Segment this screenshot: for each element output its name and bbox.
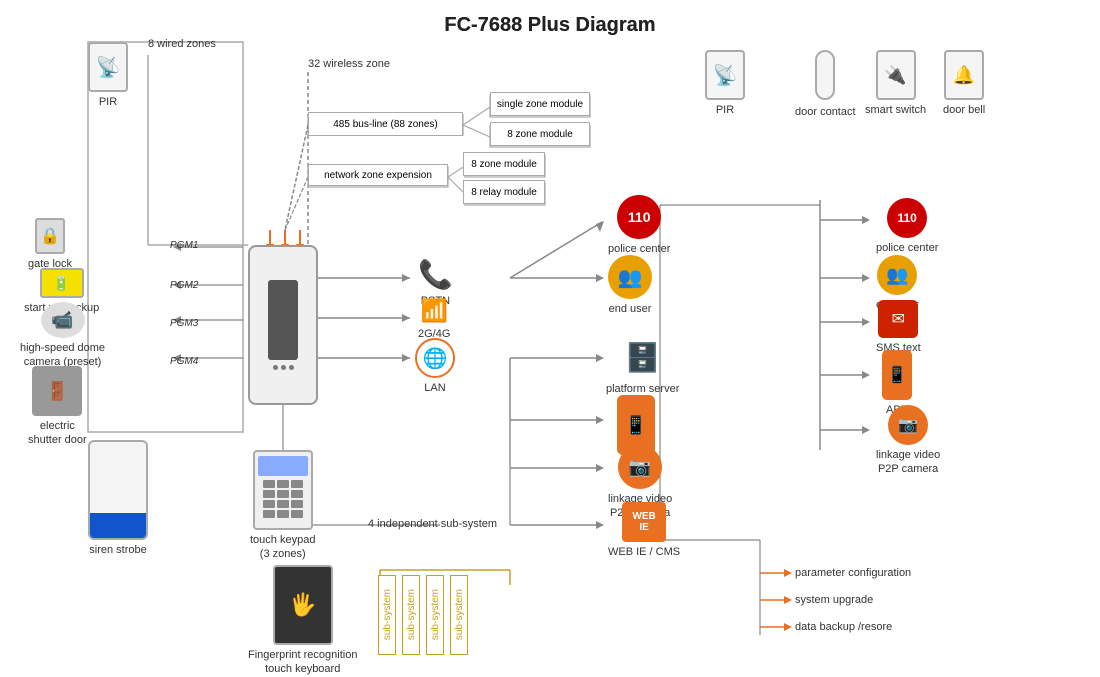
subsystem-text-3: sub-system	[430, 589, 441, 640]
pgm1-label: PGM1	[170, 240, 198, 251]
platform-shape: 🗄️	[618, 335, 668, 379]
battery-shape: 🔋	[40, 268, 84, 298]
police-center-left: 110 police center	[608, 195, 670, 256]
page-title: FC-7688 Plus Diagram	[0, 6, 1100, 37]
people-icon-left: 👥	[608, 255, 652, 299]
zone-module-2-box: 8 zone module	[463, 152, 545, 176]
gsm-shape: 📶	[421, 298, 448, 324]
linkage-video-right-label: linkage videoP2P camera	[876, 448, 940, 477]
fingerprint-shape: 🖐	[273, 565, 333, 645]
police-center-right-label: police center	[876, 241, 938, 255]
linkage-video-right: 📷 linkage videoP2P camera	[876, 405, 940, 477]
police-icon-left: 110	[617, 195, 661, 239]
bus-line-box: 485 bus-line (88 zones)	[308, 112, 463, 136]
pgm2-label: PGM2	[170, 280, 198, 291]
zone-module-top-label: 8 zone module	[507, 128, 573, 141]
subsystem-text-1: sub-system	[382, 589, 393, 640]
touch-keypad-label: touch keypad(3 zones)	[250, 533, 315, 562]
pir-left-label: PIR	[99, 95, 117, 109]
main-control-unit	[248, 245, 318, 405]
network-zone-label: network zone expension	[324, 169, 432, 182]
sub-system-label: 4 independent sub-system	[368, 518, 497, 530]
pir-top-right-shape: 📡	[705, 50, 745, 100]
siren-label: siren strobe	[89, 543, 146, 557]
web-ie-label: WEB IE / CMS	[608, 545, 680, 559]
fingerprint-icon: 🖐 Fingerprint recognitiontouch keyboard	[248, 565, 357, 677]
single-zone-label: single zone module	[497, 98, 583, 111]
subsystem-col-4: sub-system	[450, 575, 468, 655]
param-config-label: parameter configuration	[795, 567, 911, 579]
wireless-zone-label: 32 wireless zone	[308, 58, 390, 70]
web-ie-shape: WEBIE	[622, 502, 666, 542]
gsm-icon: 📶 2G/4G	[418, 298, 450, 341]
relay-module-box: 8 relay module	[463, 180, 545, 204]
door-bell-icon: 🔔 door bell	[943, 50, 985, 117]
gate-lock-icon: 🔒 gate lock	[28, 218, 72, 271]
subsystem-text-4: sub-system	[454, 589, 465, 640]
end-user-left: 👥 end user	[608, 255, 652, 316]
camera-icon-center: 📷	[618, 445, 662, 489]
sms-text-right: ✉ SMS text	[876, 300, 921, 355]
siren-bottom-bar	[90, 513, 146, 538]
pir-left-shape: 📡	[88, 42, 128, 92]
keypad-screen	[258, 456, 308, 476]
police-icon-right: 110	[887, 198, 927, 238]
pir-top-right-label: PIR	[716, 103, 734, 117]
dome-camera-shape: 📹	[41, 302, 85, 338]
phone-shape: 📞	[418, 258, 453, 291]
diagram-container: FC-7688 Plus Diagram	[0, 0, 1100, 670]
main-unit-dots	[273, 365, 294, 370]
siren-icon: siren strobe	[88, 440, 148, 557]
subsystem-text-2: sub-system	[406, 589, 417, 640]
web-ie-icon: WEBIE WEB IE / CMS	[608, 502, 680, 559]
police-center-right: 110 police center	[876, 198, 938, 255]
platform-server-icon: 🗄️ platform server	[606, 335, 679, 396]
door-contact-shape	[815, 50, 835, 100]
zone-module-top-box: 8 zone module	[490, 122, 590, 146]
pgm4-label: PGM4	[170, 356, 198, 367]
globe-shape: 🌐	[415, 338, 455, 378]
end-user-left-label: end user	[609, 302, 652, 316]
lan-label: LAN	[424, 381, 445, 395]
door-bell-shape: 🔔	[944, 50, 984, 100]
fingerprint-label: Fingerprint recognitiontouch keyboard	[248, 648, 357, 677]
relay-module-label: 8 relay module	[471, 186, 537, 199]
door-contact-icon: door contact	[795, 50, 856, 119]
lan-icon: 🌐 LAN	[415, 338, 455, 395]
pir-top-right: 📡 PIR	[705, 50, 745, 117]
smart-switch-icon: 🔌 smart switch	[865, 50, 926, 117]
bus-line-label: 485 bus-line (88 zones)	[333, 118, 438, 131]
wired-zones-label: 8 wired zones	[148, 38, 216, 50]
camera-shape-right: 📷	[888, 405, 928, 445]
sys-upgrade-label: system upgrade	[795, 594, 873, 606]
sms-shape-right: ✉	[878, 300, 918, 338]
network-zone-box: network zone expension	[308, 164, 448, 186]
pir-left-icon: 📡 PIR	[88, 42, 128, 109]
subsystem-col-2: sub-system	[402, 575, 420, 655]
zone-module-2-label: 8 zone module	[471, 158, 537, 171]
subsystem-col-1: sub-system	[378, 575, 396, 655]
data-backup-label: data backup /resore	[795, 621, 892, 633]
people-icon-right: 👥	[877, 255, 917, 295]
gate-lock-shape: 🔒	[35, 218, 65, 254]
main-unit-screen	[268, 280, 298, 360]
keypad-buttons	[263, 480, 303, 518]
subsystem-col-3: sub-system	[426, 575, 444, 655]
touch-keypad-icon: touch keypad(3 zones)	[250, 450, 315, 562]
app-shape-right: 📱	[882, 350, 912, 400]
pgm3-label: PGM3	[170, 318, 198, 329]
dome-camera-icon: 📹 high-speed domecamera (preset)	[20, 302, 105, 370]
shutter-door-label: electricshutter door	[28, 419, 87, 448]
door-bell-label: door bell	[943, 103, 985, 117]
smart-switch-label: smart switch	[865, 103, 926, 117]
smart-switch-shape: 🔌	[876, 50, 916, 100]
siren-shape	[88, 440, 148, 540]
keypad-shape	[253, 450, 313, 530]
shutter-door-shape: 🚪	[32, 366, 82, 416]
door-contact-label: door contact	[795, 105, 856, 119]
single-zone-box: single zone module	[490, 92, 590, 116]
shutter-door-icon: 🚪 electricshutter door	[28, 366, 87, 448]
